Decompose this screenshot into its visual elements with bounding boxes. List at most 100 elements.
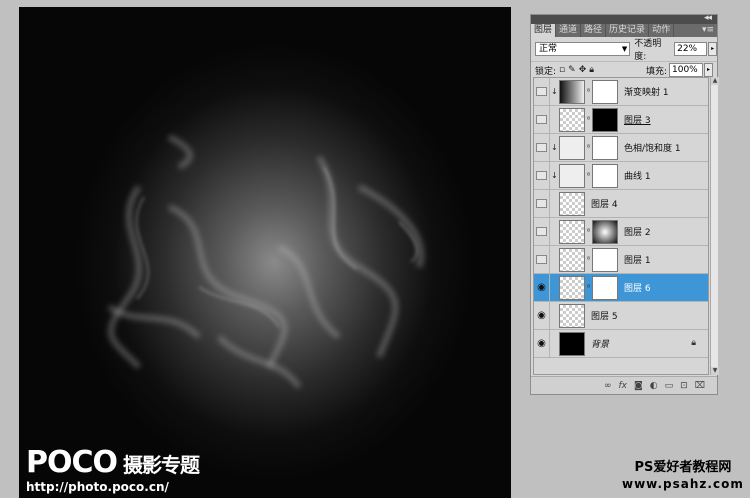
hidden-box-icon <box>536 227 547 236</box>
layer-thumbnail[interactable] <box>559 275 585 300</box>
fill-input[interactable]: 100% <box>669 63 703 77</box>
new-layer-icon[interactable]: ⊡ <box>680 381 688 391</box>
hidden-box-icon <box>536 255 547 264</box>
layer-thumbnail[interactable] <box>559 79 585 104</box>
layer-thumbnail[interactable] <box>559 331 585 356</box>
tab-history[interactable]: 历史记录 <box>606 24 650 37</box>
mask-link-icon[interactable]: ⁸ <box>585 115 592 124</box>
clip-arrow-icon: ↓ <box>551 143 558 152</box>
collapse-icon[interactable]: ◂◂ <box>704 13 712 23</box>
layers-scrollbar[interactable]: ▲ ▼ <box>710 77 719 375</box>
mask-thumbnail[interactable] <box>592 247 618 272</box>
mask-icon[interactable]: ◙ <box>634 381 643 391</box>
mask-thumbnail[interactable] <box>592 163 618 188</box>
layer-row[interactable]: ⁸ 图层 2 <box>534 218 708 246</box>
layer-thumbnail[interactable] <box>559 219 585 244</box>
layer-row[interactable]: ⁸ 图层 1 <box>534 246 708 274</box>
layer-row[interactable]: ◉ 背景 🔒︎ <box>534 330 708 358</box>
poco-subtitle: 摄影专题 <box>123 453 200 477</box>
lock-all-icon[interactable]: 🔒︎ <box>589 65 594 75</box>
tab-actions[interactable]: 动作 <box>649 24 675 37</box>
visibility-toggle[interactable] <box>534 246 550 273</box>
psahz-url: www.psahz.com <box>622 477 744 491</box>
tab-channels[interactable]: 通道 <box>556 24 582 37</box>
chevron-down-icon: ▼ <box>621 45 628 53</box>
layer-name[interactable]: 图层 6 <box>624 281 651 294</box>
eye-icon: ◉ <box>537 338 546 349</box>
panel-menu-icon[interactable]: ▾≡ <box>702 24 714 37</box>
lock-transparent-icon[interactable]: ▫ <box>559 65 565 75</box>
hidden-box-icon <box>536 199 547 208</box>
lock-icon: 🔒︎ <box>691 338 696 348</box>
layer-name[interactable]: 背景 <box>591 337 609 350</box>
visibility-toggle[interactable] <box>534 162 550 189</box>
visibility-toggle[interactable] <box>534 78 550 105</box>
hidden-box-icon <box>536 143 547 152</box>
mask-thumbnail[interactable] <box>592 107 618 132</box>
visibility-toggle[interactable]: ◉ <box>534 302 550 329</box>
layer-name[interactable]: 图层 1 <box>624 253 651 266</box>
group-icon[interactable]: ▭ <box>665 381 674 391</box>
layer-thumbnail[interactable] <box>559 163 585 188</box>
mask-link-icon[interactable]: ⁸ <box>585 255 592 264</box>
scroll-up-icon[interactable]: ▲ <box>711 77 719 85</box>
smoke-image <box>107 134 424 389</box>
panel-tabs: 图层 通道 路径 历史记录 动作 ▾≡ <box>531 24 717 37</box>
mask-link-icon[interactable]: ⁸ <box>585 143 592 152</box>
fill-arrow-icon[interactable]: ▸ <box>704 63 713 77</box>
layer-thumbnail[interactable] <box>559 191 585 216</box>
link-icon[interactable]: ∞ <box>604 381 612 391</box>
layer-name[interactable]: 图层 3 <box>624 113 651 126</box>
layer-row[interactable]: ↓ ⁸ 渐变映射 1 <box>534 78 708 106</box>
layer-name[interactable]: 图层 5 <box>591 309 618 322</box>
layer-name[interactable]: 色相/饱和度 1 <box>624 141 681 154</box>
opacity-input[interactable]: 22% <box>674 42 708 56</box>
blend-row: 正常 ▼ 不透明度: 22% ▸ <box>531 39 717 62</box>
visibility-toggle[interactable]: ◉ <box>534 330 550 357</box>
tab-paths[interactable]: 路径 <box>581 24 607 37</box>
poco-logo: POCO <box>26 445 118 480</box>
layer-name[interactable]: 渐变映射 1 <box>624 85 669 98</box>
fill-label: 填充: <box>645 66 667 77</box>
mask-thumbnail[interactable] <box>592 275 618 300</box>
mask-thumbnail[interactable] <box>592 219 618 244</box>
layer-name[interactable]: 曲线 1 <box>624 169 651 182</box>
trash-icon[interactable]: ⌧ <box>695 381 705 391</box>
visibility-toggle[interactable] <box>534 134 550 161</box>
tab-layers[interactable]: 图层 <box>531 24 557 37</box>
lock-image-icon[interactable]: ✎ <box>568 65 576 75</box>
layer-row[interactable]: ↓ ⁸ 色相/饱和度 1 <box>534 134 708 162</box>
layer-thumbnail[interactable] <box>559 303 585 328</box>
lock-position-icon[interactable]: ✥ <box>579 65 587 75</box>
blend-mode-select[interactable]: 正常 ▼ <box>535 42 631 56</box>
visibility-toggle[interactable] <box>534 218 550 245</box>
adjustment-icon[interactable]: ◐ <box>650 381 658 391</box>
visibility-toggle[interactable]: ◉ <box>534 274 550 301</box>
fx-icon[interactable]: fx <box>618 381 627 391</box>
layer-row[interactable]: ◉ ⁸ 图层 6 <box>534 274 708 302</box>
layer-name[interactable]: 图层 2 <box>624 225 651 238</box>
layer-thumbnail[interactable] <box>559 135 585 160</box>
mask-link-icon[interactable]: ⁸ <box>585 171 592 180</box>
scroll-down-icon[interactable]: ▼ <box>711 367 719 375</box>
layer-row[interactable]: 图层 4 <box>534 190 708 218</box>
poco-watermark: POCO 摄影专题 http://photo.poco.cn/ <box>26 445 200 495</box>
layer-row[interactable]: ⁸ 图层 3 <box>534 106 708 134</box>
mask-thumbnail[interactable] <box>592 79 618 104</box>
layer-row[interactable]: ↓ ⁸ 曲线 1 <box>534 162 708 190</box>
hidden-box-icon <box>536 115 547 124</box>
document-canvas[interactable] <box>19 7 511 498</box>
mask-link-icon[interactable]: ⁸ <box>585 283 592 292</box>
layer-row[interactable]: ◉ 图层 5 <box>534 302 708 330</box>
mask-link-icon[interactable]: ⁸ <box>585 87 592 96</box>
mask-thumbnail[interactable] <box>592 135 618 160</box>
psahz-title: PS爱好者教程网 <box>634 460 732 475</box>
mask-link-icon[interactable]: ⁸ <box>585 227 592 236</box>
panel-titlebar[interactable]: ◂◂ <box>531 13 717 24</box>
visibility-toggle[interactable] <box>534 190 550 217</box>
opacity-arrow-icon[interactable]: ▸ <box>708 42 717 56</box>
layer-name[interactable]: 图层 4 <box>591 197 618 210</box>
visibility-toggle[interactable] <box>534 106 550 133</box>
layer-thumbnail[interactable] <box>559 107 585 132</box>
layer-thumbnail[interactable] <box>559 247 585 272</box>
